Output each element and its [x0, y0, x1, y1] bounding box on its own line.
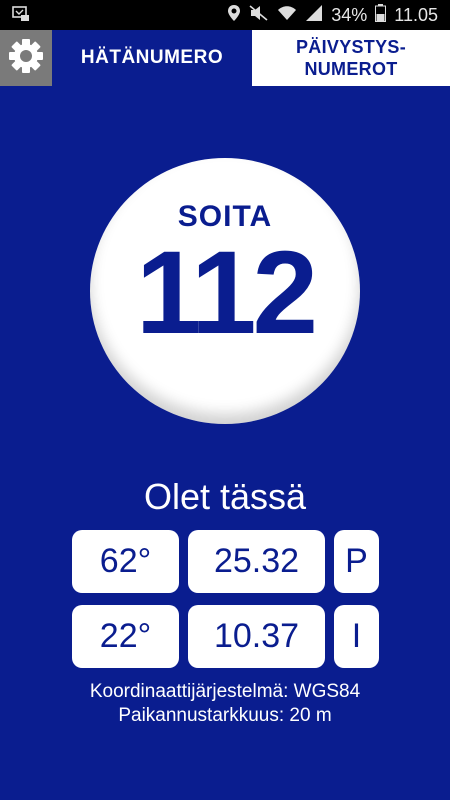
call-112-button[interactable]: SOITA 112 [90, 158, 360, 424]
call-number: 112 [135, 227, 318, 359]
status-bar: 34% 11.05 [0, 0, 450, 30]
top-bar: HÄTÄNUMERO PÄIVYSTYS- NUMEROT [0, 30, 450, 86]
location-title: Olet tässä [143, 476, 307, 517]
notification-icon [12, 6, 30, 22]
longitude-hemisphere: I [334, 605, 379, 668]
mute-icon [249, 4, 269, 27]
battery-percent: 34% [331, 4, 368, 25]
gear-icon [7, 37, 45, 80]
wifi-icon [277, 4, 297, 27]
clock: 11.05 [394, 4, 438, 25]
tab-emergency-number[interactable]: HÄTÄNUMERO [52, 30, 252, 86]
tab-duty-label-line1: PÄIVYSTYS- [295, 37, 407, 57]
latitude-hemisphere: P [334, 530, 379, 593]
tab-duty-numbers[interactable]: PÄIVYSTYS- NUMEROT [252, 30, 450, 86]
signal-icon [305, 4, 323, 27]
location-icon [227, 4, 241, 27]
tab-emergency-label: HÄTÄNUMERO [80, 47, 224, 68]
accuracy-text: Paikannustarkkuus: 20 m [118, 705, 332, 726]
latitude-minutes: 25.32 [188, 530, 325, 593]
latitude-degrees: 62° [72, 530, 179, 593]
longitude-degrees: 22° [72, 605, 179, 668]
settings-button[interactable] [0, 30, 52, 86]
tab-duty-label-line2: NUMEROT [304, 59, 398, 79]
longitude-minutes: 10.37 [188, 605, 325, 668]
coordinate-system-text: Koordinaattijärjestelmä: WGS84 [89, 681, 361, 702]
battery-icon [375, 3, 387, 27]
